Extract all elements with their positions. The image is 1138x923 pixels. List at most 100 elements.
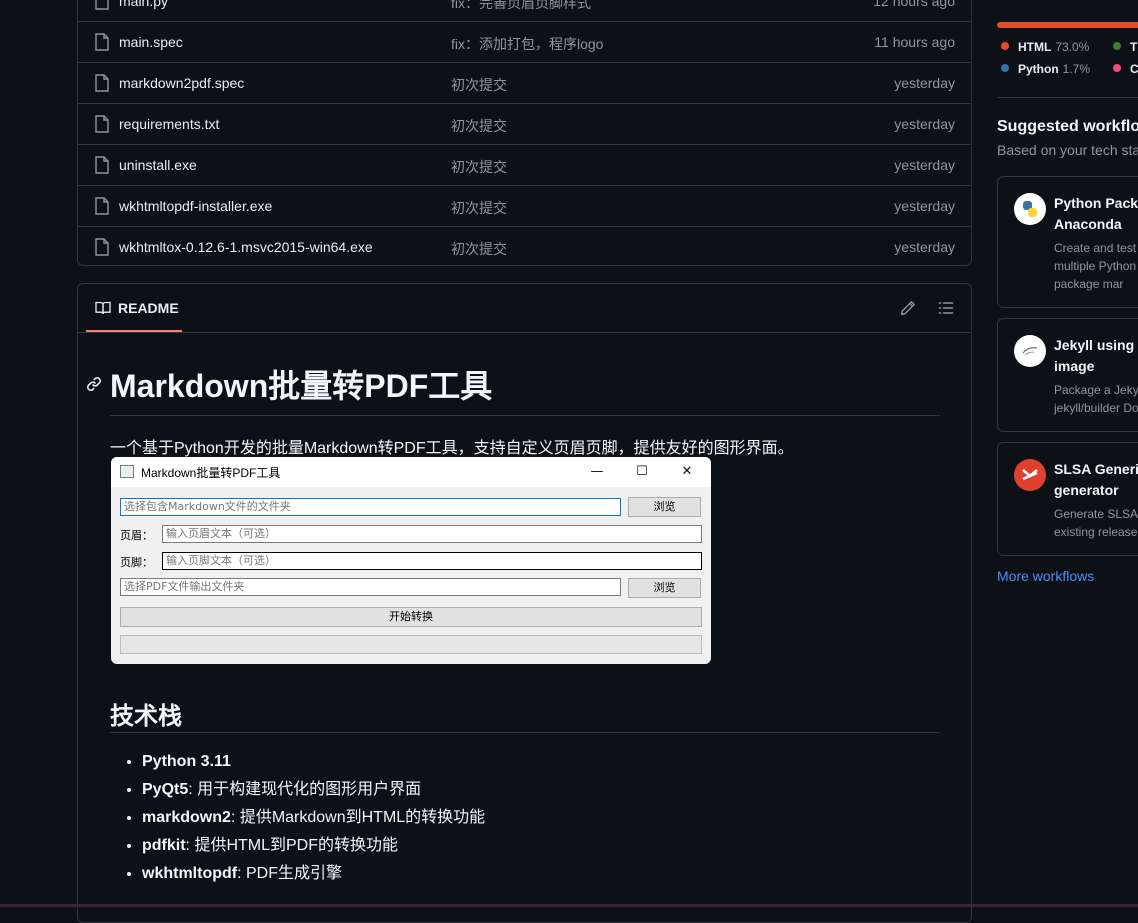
tech-stack-heading: 技术栈 (110, 696, 940, 733)
file-name[interactable]: wkhtmltopdf-installer.exe (119, 198, 272, 214)
card-title: Jekyll using D image (1054, 337, 1138, 374)
file-row[interactable]: markdown2pdf.spec 初次提交 yesterday (78, 62, 971, 104)
file-name[interactable]: uninstall.exe (119, 157, 197, 173)
tech-stack-list: Python 3.11 PyQt5: 用于构建现代化的图形用户界面 markdo… (110, 750, 485, 890)
commit-time: yesterday (894, 239, 955, 255)
list-item: wkhtmltopdf: PDF生成引擎 (142, 862, 485, 890)
book-icon (95, 301, 111, 315)
minimize-button[interactable]: — (574, 457, 620, 487)
list-item: markdown2: 提供Markdown到HTML的转换功能 (142, 806, 485, 834)
commit-time: 12 hours ago (873, 0, 955, 9)
python-logo-icon (1014, 193, 1046, 225)
language-dot (1113, 64, 1121, 72)
tab-readme[interactable]: README (86, 284, 182, 332)
file-name[interactable]: main.py (119, 0, 168, 9)
commit-time: yesterday (894, 198, 955, 214)
browse-input-button[interactable]: 浏览 (628, 497, 701, 517)
suggested-workflows-title: Suggested workflow (997, 118, 1138, 135)
input-folder-field[interactable]: 选择包含Markdown文件的文件夹 (120, 498, 621, 516)
card-description: Generate SLSA3 existing release (1054, 507, 1138, 539)
link-icon[interactable] (86, 376, 102, 392)
file-icon (95, 197, 109, 215)
commit-message[interactable]: 初次提交 (451, 198, 507, 218)
window-titlebar: Markdown批量转PDF工具 — ☐ ✕ (111, 457, 711, 487)
tech-name: PyQt5 (142, 781, 189, 798)
commit-message[interactable]: fix：完善页眉页脚样式 (451, 0, 591, 13)
list-item: PyQt5: 用于构建现代化的图形用户界面 (142, 778, 485, 806)
file-icon (95, 74, 109, 92)
tech-desc: : PDF生成引擎 (237, 865, 342, 882)
workflow-card-python[interactable]: Python Packa Anaconda Create and test mu… (997, 176, 1138, 308)
readme-title: Markdown批量转PDF工具 (110, 366, 940, 416)
file-name[interactable]: wkhtmltox-0.12.6-1.msvc2015-win64.exe (119, 239, 373, 255)
readme-header: README (78, 284, 971, 333)
tech-name: Python 3.11 (142, 753, 231, 770)
tech-desc: : 用于构建现代化的图形用户界面 (188, 781, 422, 798)
list-item: pdfkit: 提供HTML到PDF的转换功能 (142, 834, 485, 862)
card-description: Package a Jekyll jekyll/builder Do (1054, 383, 1138, 415)
language-t[interactable]: T (1113, 40, 1137, 54)
readme-description: 一个基于Python开发的批量Markdown转PDF工具，支持自定义页眉页脚，… (110, 440, 794, 457)
card-description: Create and test multiple Python for pack… (1054, 241, 1138, 291)
file-icon (95, 238, 109, 256)
outline-list-icon[interactable] (938, 300, 954, 316)
pencil-icon[interactable] (900, 300, 916, 316)
language-dot (1113, 42, 1121, 50)
file-icon (95, 33, 109, 51)
language-python[interactable]: Python 1.7% (1001, 62, 1090, 76)
app-window-screenshot: Markdown批量转PDF工具 — ☐ ✕ 选择包含Markdown文件的文件… (111, 457, 711, 664)
list-item: Python 3.11 (142, 750, 485, 778)
tech-desc: : 提供Markdown到HTML的转换功能 (230, 809, 486, 826)
commit-time: 11 hours ago (874, 34, 955, 50)
commit-time: yesterday (894, 157, 955, 173)
file-icon (95, 115, 109, 133)
slsa-logo-icon (1014, 459, 1046, 491)
footer-text-field[interactable]: 输入页脚文本（可选） (162, 552, 702, 570)
footer-label: 页脚： (120, 556, 153, 569)
commit-message[interactable]: fix：添加打包，程序logo (451, 34, 603, 54)
file-row[interactable]: wkhtmltopdf-installer.exe 初次提交 yesterday (78, 185, 971, 227)
file-icon (95, 156, 109, 174)
tech-name: markdown2 (142, 809, 231, 826)
progress-bar (120, 635, 702, 654)
start-convert-button[interactable]: 开始转换 (120, 607, 702, 627)
language-html[interactable]: HTML 73.0% (1001, 40, 1089, 54)
workflow-card-jekyll[interactable]: Jekyll using D image Package a Jekyll je… (997, 318, 1138, 432)
file-row[interactable]: main.spec fix：添加打包，程序logo 11 hours ago (78, 21, 971, 63)
workflow-card-slsa[interactable]: SLSA Generic generator Generate SLSA3 ex… (997, 442, 1138, 556)
maximize-button[interactable]: ☐ (619, 457, 665, 487)
more-workflows-link[interactable]: More workflows (997, 568, 1094, 584)
suggested-workflows-subtitle: Based on your tech stac (997, 142, 1138, 158)
tech-name: pdfkit (142, 837, 186, 854)
language-bar (997, 22, 1138, 28)
close-button[interactable]: ✕ (664, 457, 710, 487)
file-row[interactable]: requirements.txt 初次提交 yesterday (78, 103, 971, 145)
file-row[interactable]: main.py fix：完善页眉页脚样式 12 hours ago (78, 0, 971, 22)
language-dot (1001, 64, 1009, 72)
sidebar-divider (997, 97, 1138, 98)
browse-output-button[interactable]: 浏览 (628, 578, 701, 598)
file-row[interactable]: wkhtmltox-0.12.6-1.msvc2015-win64.exe 初次… (78, 226, 971, 265)
language-dot (1001, 42, 1009, 50)
commit-time: yesterday (894, 116, 955, 132)
commit-message[interactable]: 初次提交 (451, 239, 507, 259)
file-row[interactable]: uninstall.exe 初次提交 yesterday (78, 144, 971, 186)
commit-message[interactable]: 初次提交 (451, 157, 507, 177)
output-folder-field[interactable]: 选择PDF文件输出文件夹 (120, 578, 621, 596)
tech-name: wkhtmltopdf (142, 865, 238, 882)
language-segment-html (997, 22, 1138, 28)
jekyll-logo-icon (1014, 335, 1046, 367)
file-name[interactable]: markdown2pdf.spec (119, 75, 244, 91)
readme-tab-label: README (118, 300, 179, 316)
tech-desc: : 提供HTML到PDF的转换功能 (185, 837, 398, 854)
file-name[interactable]: requirements.txt (119, 116, 219, 132)
header-text-field[interactable]: 输入页眉文本（可选） (162, 525, 702, 543)
commit-message[interactable]: 初次提交 (451, 75, 507, 95)
file-name[interactable]: main.spec (119, 34, 183, 50)
language-c[interactable]: C (1113, 62, 1138, 76)
card-title: SLSA Generic generator (1054, 461, 1138, 498)
file-list: main.py fix：完善页眉页脚样式 12 hours ago main.s… (77, 0, 972, 266)
file-icon (95, 0, 109, 10)
commit-message[interactable]: 初次提交 (451, 116, 507, 136)
window-title: Markdown批量转PDF工具 (141, 466, 281, 480)
